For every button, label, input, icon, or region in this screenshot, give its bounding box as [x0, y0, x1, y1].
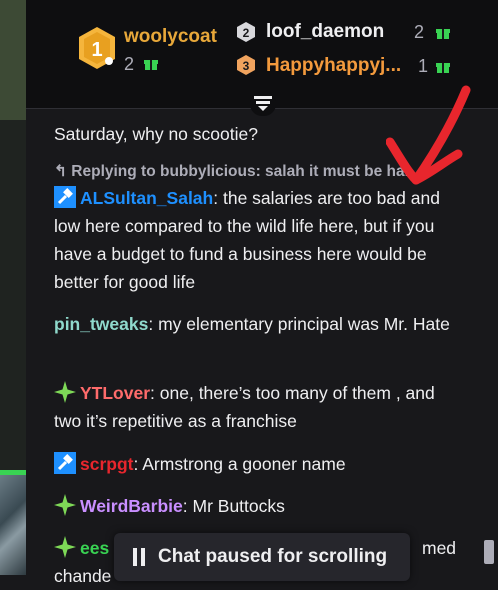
chat-message-tail: med [422, 534, 456, 562]
video-preview-strip [0, 0, 26, 575]
sparkle-badge-icon [54, 381, 76, 403]
message-text: Armstrong a gooner name [138, 454, 346, 474]
gift-icon [436, 29, 450, 39]
rank-1-number: 1 [91, 39, 102, 61]
video-frame-top [0, 0, 26, 120]
gift-icon [436, 63, 450, 73]
chat-message: ALSultan_Salah: the salaries are too bad… [54, 184, 454, 296]
chat-paused-banner[interactable]: Chat paused for scrolling [114, 533, 410, 581]
gift-icon [144, 60, 158, 70]
leader-1-count: 2 [124, 54, 135, 74]
reply-arrow-icon: ↰ [54, 163, 72, 180]
rank-1-medal-icon: 1 [79, 27, 115, 69]
chat-scrollbar[interactable] [484, 540, 494, 564]
leader-2-name[interactable]: loof_daemon [266, 21, 384, 43]
username-alsultan[interactable]: ALSultan_Salah [80, 188, 213, 208]
chat-paused-label: Chat paused for scrolling [158, 546, 388, 567]
username-pin-tweaks[interactable]: pin_tweaks [54, 314, 148, 334]
sparkle-badge-icon [54, 494, 76, 516]
moderator-badge-icon [54, 186, 76, 208]
username-scrpgt[interactable]: scrpgt [80, 454, 133, 474]
username-ytlover[interactable]: YTLover [80, 383, 150, 403]
video-frame-bottom [0, 475, 26, 575]
message-text: Mr Buttocks [187, 496, 285, 516]
message-text: Saturday, why no scootie? [54, 124, 258, 144]
message-text-partial: chande [54, 566, 112, 586]
leader-3-name[interactable]: Happyhappyj... [266, 55, 401, 77]
rank-2-badge-icon: 2 [237, 22, 255, 42]
moderator-badge-icon [54, 452, 76, 474]
chat-message: scrpgt: Armstrong a gooner name [54, 450, 454, 478]
chat-message: pin_tweaks: my elementary principal was … [54, 310, 454, 338]
leader-3-count: 1 [418, 56, 429, 76]
reply-context[interactable]: ↰ Replying to bubbylicious: salah it mus… [54, 162, 418, 181]
chat-message: WeirdBarbie: Mr Buttocks [54, 492, 454, 520]
reply-text: Replying to bubbylicious: salah it must … [71, 163, 418, 180]
leader-2-count: 2 [414, 22, 425, 42]
rank-3-number: 3 [243, 59, 250, 73]
video-frame-middle [0, 120, 26, 470]
chat-message: YTLover: one, there’s too many of them ,… [54, 379, 454, 435]
username-weirdbarbie[interactable]: WeirdBarbie [80, 496, 183, 516]
collapse-leaderboard-button[interactable] [250, 92, 276, 116]
sparkle-badge-icon [54, 536, 76, 558]
rank-2-number: 2 [243, 26, 250, 40]
username-partial[interactable]: ees [80, 538, 109, 558]
rank-3-badge-icon: 3 [237, 55, 255, 75]
message-text: my elementary principal was Mr. Hate [153, 314, 450, 334]
leader-1-name[interactable]: woolycoat [124, 26, 217, 48]
message-text-tail: med [422, 538, 457, 558]
chat-panel: 1 woolycoat 2 2 loof_daemon 2 3 Happyhap… [26, 0, 498, 586]
pause-icon [133, 548, 145, 566]
hand-drawn-arrow [386, 85, 471, 185]
